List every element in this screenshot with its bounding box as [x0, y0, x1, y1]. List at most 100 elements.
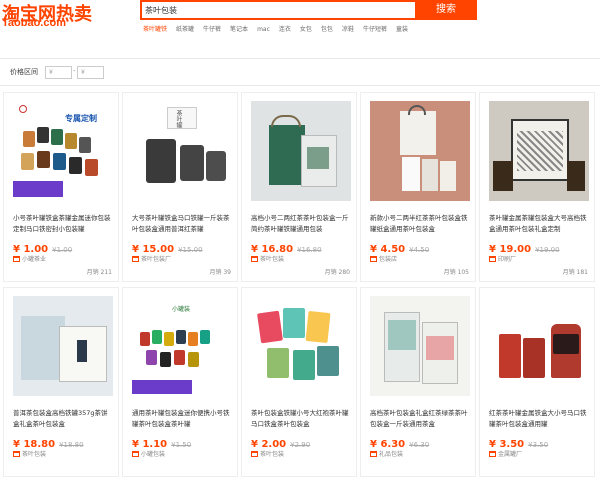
product-price-row: ¥ 15.00 ¥15.00: [132, 237, 203, 255]
shop-link[interactable]: 茶叶包装: [251, 254, 284, 263]
product-price-row: ¥ 18.80 ¥18.80: [13, 432, 84, 450]
product-badge: 小罐装: [172, 306, 191, 313]
price-dash: -: [73, 67, 76, 75]
shop-name: 茶叶包装厂: [141, 256, 172, 263]
product-image[interactable]: [370, 296, 470, 396]
product-price-row: ¥ 2.00 ¥2.90: [251, 432, 310, 450]
price-max-input[interactable]: ¥: [77, 66, 104, 79]
shop-name: 礼品包装: [379, 451, 404, 458]
product-original-price: ¥19.00: [535, 246, 560, 254]
product-original-price: ¥3.50: [528, 441, 549, 449]
product-title[interactable]: 新款小号二两半红茶茶叶包装盒铁罐纸盒通用茶叶包装盒: [370, 213, 470, 235]
header: 淘宝网热卖 Taobao.com 搜索 茶叶罐铁 纸茶罐 牛仔裤 笔记本 mac…: [0, 0, 600, 60]
shop-icon: [132, 256, 139, 262]
product-image[interactable]: 茶叶罐: [132, 101, 232, 201]
sales-count: 月销 181: [562, 269, 588, 276]
shop-icon: [13, 451, 20, 457]
sales-count: 月销 280: [324, 269, 350, 276]
price-min-input[interactable]: ¥: [45, 66, 72, 79]
product-card[interactable]: 新款小号二两半红茶茶叶包装盒铁罐纸盒通用茶叶包装盒 ¥ 4.50 ¥4.50 包装…: [360, 92, 476, 282]
product-title[interactable]: 高档小号二两红茶茶叶包装盒一斤简约茶叶罐铁罐通用包装: [251, 213, 351, 235]
product-image[interactable]: [251, 296, 351, 396]
logo-sub-text: Taobao.com: [2, 17, 66, 29]
shop-link[interactable]: 小罐包装: [132, 449, 165, 458]
shop-icon: [132, 451, 139, 457]
product-price-row: ¥ 1.00 ¥1.00: [13, 237, 72, 255]
hotword-link[interactable]: mac: [257, 25, 270, 37]
hotword-link[interactable]: 茶叶罐铁: [143, 25, 167, 37]
shop-name: 包装店: [379, 256, 398, 263]
search-button[interactable]: 搜索: [415, 0, 477, 20]
product-price-row: ¥ 1.10 ¥1.50: [132, 432, 191, 450]
hotword-link[interactable]: 包包: [321, 25, 333, 37]
product-title[interactable]: 茶叶罐金属茶罐包装盒大号高档铁盒通用茶叶包装礼盒定制: [489, 213, 589, 235]
product-image[interactable]: [489, 101, 589, 201]
product-card[interactable]: 红茶茶叶罐金属铁盒大小号马口铁罐茶叶包装盒通用罐 ¥ 3.50 ¥3.50 金属罐…: [479, 287, 595, 477]
price-range-label: 价格区间: [10, 68, 38, 76]
shop-link[interactable]: 礼品包装: [370, 449, 403, 458]
shop-icon: [370, 451, 377, 457]
product-title[interactable]: 高档茶叶包装盒礼盒红茶绿茶茶叶包装盒一斤装通用茶盒: [370, 408, 470, 430]
product-card[interactable]: 茶叶包装盒铁罐小号大红袍茶叶罐马口铁盒茶叶包装盒 ¥ 2.00 ¥2.90 茶叶包…: [241, 287, 357, 477]
product-card[interactable]: 茶叶罐 大号茶叶罐铁盒马口铁罐一斤装茶叶包装盒通用普洱红茶罐 ¥ 15.00 ¥1…: [122, 92, 238, 282]
shop-link[interactable]: 小罐茶业: [13, 254, 46, 263]
shop-icon: [370, 256, 377, 262]
shop-icon: [489, 451, 496, 457]
shop-name: 小罐茶业: [22, 256, 47, 263]
shop-icon: [13, 256, 20, 262]
product-title[interactable]: 通用茶叶罐包装盒迷你便携小号铁罐茶叶包装盒茶叶罐: [132, 408, 232, 430]
product-image[interactable]: [370, 101, 470, 201]
hotword-link[interactable]: 连衣: [279, 25, 291, 37]
product-image[interactable]: [251, 101, 351, 201]
hotword-link[interactable]: 牛仔短裤: [363, 25, 387, 37]
product-title[interactable]: 茶叶包装盒铁罐小号大红袍茶叶罐马口铁盒茶叶包装盒: [251, 408, 351, 430]
product-card[interactable]: 专属定制 小号茶叶罐铁盒茶罐金属迷你包装定制马口铁密封小包装罐 ¥ 1.00 ¥1…: [3, 92, 119, 282]
shop-name: 茶叶包装: [22, 451, 47, 458]
shop-link[interactable]: 茶叶包装厂: [132, 254, 171, 263]
product-price-row: ¥ 19.00 ¥19.00: [489, 237, 560, 255]
product-price-row: ¥ 3.50 ¥3.50: [489, 432, 548, 450]
shop-link[interactable]: 包装店: [370, 254, 397, 263]
product-card[interactable]: 普洱茶包装盒高档铁罐357g茶饼盒礼盒茶叶包装盒 ¥ 18.80 ¥18.80 茶…: [3, 287, 119, 477]
header-divider: [0, 58, 600, 59]
shop-link[interactable]: 印刷厂: [489, 254, 516, 263]
product-image[interactable]: [489, 296, 589, 396]
taobao-logo[interactable]: 淘宝网热卖 Taobao.com: [0, 0, 110, 36]
hotword-link[interactable]: 凉鞋: [342, 25, 354, 37]
product-original-price: ¥6.30: [409, 441, 430, 449]
product-card[interactable]: 茶叶罐金属茶罐包装盒大号高档铁盒通用茶叶包装礼盒定制 ¥ 19.00 ¥19.00…: [479, 92, 595, 282]
shop-icon: [251, 256, 258, 262]
hotword-link[interactable]: 纸茶罐: [176, 25, 194, 37]
product-card[interactable]: 小罐装 通用茶叶罐包装盒迷你便携小号铁罐茶叶包装盒茶叶罐 ¥ 1.10 ¥1.50…: [122, 287, 238, 477]
shop-icon: [489, 256, 496, 262]
product-original-price: ¥16.80: [297, 246, 322, 254]
product-grid: 专属定制 小号茶叶罐铁盒茶罐金属迷你包装定制马口铁密封小包装罐 ¥ 1.00 ¥1…: [0, 92, 600, 477]
product-card[interactable]: 高档茶叶包装盒礼盒红茶绿茶茶叶包装盒一斤装通用茶盒 ¥ 6.30 ¥6.30 礼品…: [360, 287, 476, 477]
shop-link[interactable]: 茶叶包装: [13, 449, 46, 458]
shop-name: 茶叶包装: [260, 256, 285, 263]
product-original-price: ¥1.00: [52, 246, 73, 254]
hotword-link[interactable]: 女包: [300, 25, 312, 37]
hotword-link[interactable]: 牛仔裤: [203, 25, 221, 37]
hotword-link[interactable]: 童装: [396, 25, 408, 37]
price-filter: 价格区间 ¥ - ¥: [0, 62, 600, 84]
product-title[interactable]: 大号茶叶罐铁盒马口铁罐一斤装茶叶包装盒通用普洱红茶罐: [132, 213, 232, 235]
product-image[interactable]: [13, 296, 113, 396]
product-title[interactable]: 小号茶叶罐铁盒茶罐金属迷你包装定制马口铁密封小包装罐: [13, 213, 113, 235]
shop-link[interactable]: 茶叶包装: [251, 449, 284, 458]
product-image[interactable]: 小罐装: [132, 296, 232, 396]
hot-keywords: 茶叶罐铁 纸茶罐 牛仔裤 笔记本 mac 连衣 女包 包包 凉鞋 牛仔短裤 童装: [143, 25, 417, 37]
shop-name: 印刷厂: [498, 256, 517, 263]
product-image[interactable]: 专属定制: [13, 101, 113, 201]
product-title[interactable]: 红茶茶叶罐金属铁盒大小号马口铁罐茶叶包装盒通用罐: [489, 408, 589, 430]
hotword-link[interactable]: 笔记本: [230, 25, 248, 37]
product-title[interactable]: 普洱茶包装盒高档铁罐357g茶饼盒礼盒茶叶包装盒: [13, 408, 113, 430]
filter-divider: [0, 85, 600, 86]
search-input[interactable]: [145, 3, 425, 17]
product-original-price: ¥1.50: [171, 441, 192, 449]
shop-link[interactable]: 金属罐厂: [489, 449, 522, 458]
product-price-row: ¥ 6.30 ¥6.30: [370, 432, 429, 450]
product-badge: 专属定制: [65, 114, 97, 123]
shop-name: 茶叶包装: [260, 451, 285, 458]
product-card[interactable]: 高档小号二两红茶茶叶包装盒一斤简约茶叶罐铁罐通用包装 ¥ 16.80 ¥16.80…: [241, 92, 357, 282]
